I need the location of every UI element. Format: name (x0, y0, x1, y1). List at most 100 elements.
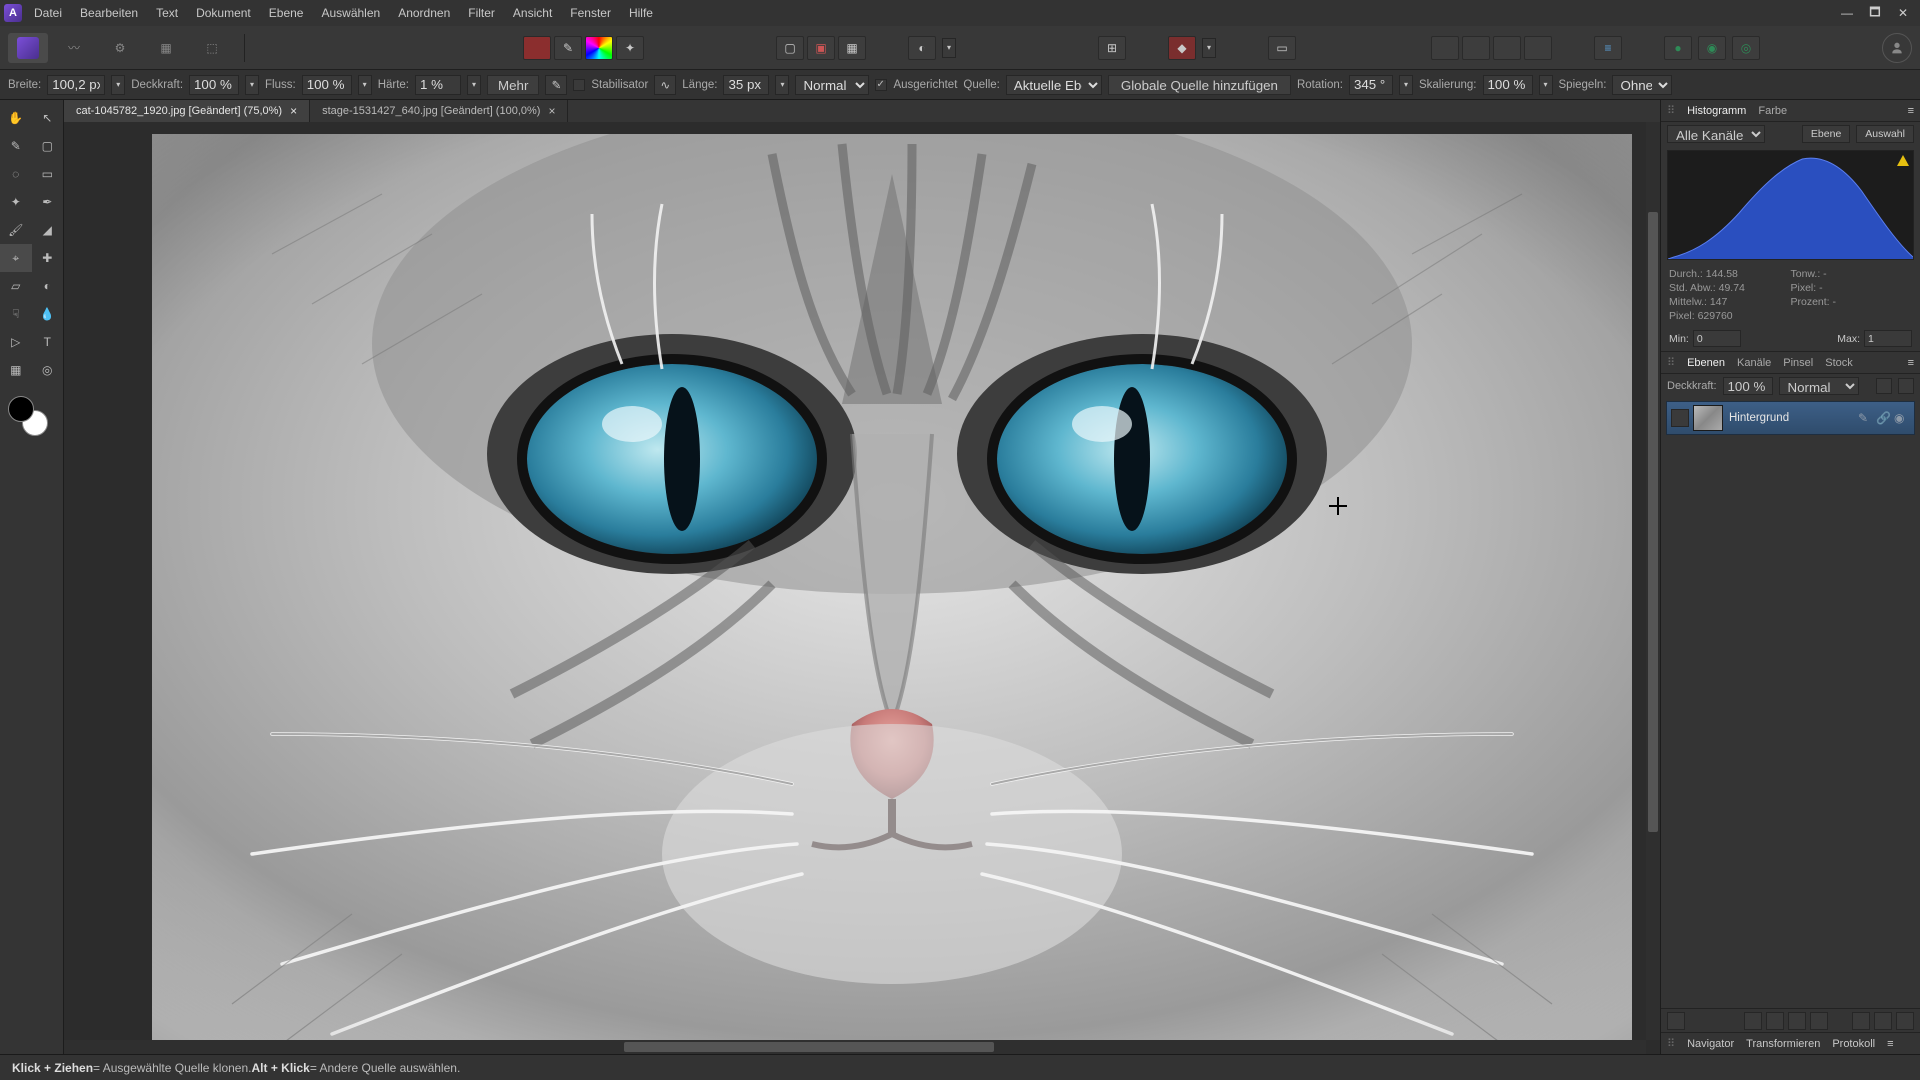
ebene-button[interactable]: Ebene (1802, 125, 1850, 143)
layer-visibility-checkbox[interactable] (1671, 409, 1689, 427)
develop-persona-button[interactable]: ⚙ (100, 33, 140, 63)
haerte-dropdown[interactable]: ▾ (467, 75, 481, 95)
breite-input[interactable] (47, 75, 105, 95)
layer-edit-icon[interactable]: ✎ (1858, 411, 1872, 425)
maximize-button[interactable]: 🗖 (1862, 4, 1888, 22)
layer-fx2-button[interactable] (1766, 1012, 1784, 1030)
zoom-tool[interactable]: ◎ (32, 356, 64, 384)
layer-adjustment-button[interactable] (1744, 1012, 1762, 1030)
layer-blend-select[interactable]: Normal (1779, 377, 1859, 395)
selection-brush-tool[interactable]: ◌ (0, 160, 32, 188)
menu-datei[interactable]: Datei (32, 3, 64, 23)
move-tool[interactable]: ↖ (32, 104, 64, 132)
skalierung-input[interactable] (1483, 75, 1533, 95)
stock-button-2[interactable]: ◉ (1698, 36, 1726, 60)
swatch-red-button[interactable] (523, 36, 551, 60)
select-new-button[interactable]: ▢ (776, 36, 804, 60)
channels-select[interactable]: Alle Kanäle (1667, 125, 1765, 143)
tab-pinsel[interactable]: Pinsel (1783, 357, 1813, 369)
vertical-scrollbar[interactable] (1646, 122, 1660, 1040)
tab-kanaele[interactable]: Kanäle (1737, 357, 1771, 369)
menu-filter[interactable]: Filter (466, 3, 497, 23)
assistant-button[interactable]: ◆ (1168, 36, 1196, 60)
panel-menu-icon[interactable]: ≡ (1908, 357, 1914, 369)
crop-tool[interactable]: ▢ (32, 132, 64, 160)
menu-anordnen[interactable]: Anordnen (396, 3, 452, 23)
pen-tool[interactable]: ✒ (32, 188, 64, 216)
tonemap-persona-button[interactable]: ▦ (146, 33, 186, 63)
layer-delete-button[interactable] (1896, 1012, 1914, 1030)
stock-button-3[interactable]: ◎ (1732, 36, 1760, 60)
globale-quelle-button[interactable]: Globale Quelle hinzufügen (1108, 75, 1291, 95)
quickmask-button[interactable]: ◐ (908, 36, 936, 60)
smudge-tool[interactable]: ☟ (0, 300, 32, 328)
preview-button[interactable]: ▭ (1268, 36, 1296, 60)
max-input[interactable] (1864, 330, 1912, 347)
layer-add-pixel-button[interactable] (1852, 1012, 1870, 1030)
account-button[interactable] (1882, 33, 1912, 63)
layer-opacity-input[interactable] (1723, 377, 1773, 395)
stock-button[interactable]: ● (1664, 36, 1692, 60)
stabilisator-checkbox[interactable] (573, 79, 585, 91)
menu-fenster[interactable]: Fenster (568, 3, 613, 23)
fill-tool[interactable]: ◢ (32, 216, 64, 244)
arrange-3[interactable] (1493, 36, 1521, 60)
select-add-button[interactable]: ▣ (807, 36, 835, 60)
eraser-tool[interactable]: ▱ (0, 272, 32, 300)
close-button[interactable]: ✕ (1890, 4, 1916, 22)
photo-persona-button[interactable] (8, 33, 48, 63)
fluss-input[interactable] (302, 75, 352, 95)
flood-select-tool[interactable]: ✦ (0, 188, 32, 216)
arrange-1[interactable] (1431, 36, 1459, 60)
ausgerichtet-checkbox[interactable] (875, 79, 887, 91)
layer-group-button[interactable] (1810, 1012, 1828, 1030)
panel-menu-icon[interactable]: ≡ (1887, 1038, 1893, 1050)
panel-menu-icon[interactable]: ≡ (1908, 105, 1914, 117)
node-tool[interactable]: ▷ (0, 328, 32, 356)
color-picker-tool[interactable]: ✎ (0, 132, 32, 160)
hand-tool[interactable]: ✋ (0, 104, 32, 132)
deckkraft-input[interactable] (189, 75, 239, 95)
close-tab-icon[interactable]: × (548, 104, 555, 118)
rope-icon[interactable]: ∿ (654, 75, 676, 95)
spiegeln-select[interactable]: Ohne (1612, 75, 1672, 95)
menu-ansicht[interactable]: Ansicht (511, 3, 554, 23)
assistant-dropdown[interactable]: ▾ (1202, 38, 1216, 58)
pressure-icon[interactable]: ✎ (545, 75, 567, 95)
layer-mask-button[interactable] (1667, 1012, 1685, 1030)
tab-protokoll[interactable]: Protokoll (1832, 1038, 1875, 1050)
align-left-button[interactable]: ≡ (1594, 36, 1622, 60)
layer-add-mask-button[interactable] (1874, 1012, 1892, 1030)
blur-tool[interactable]: 💧 (32, 300, 64, 328)
tab-ebenen[interactable]: Ebenen (1687, 357, 1725, 369)
layer-fx-button[interactable] (1876, 378, 1892, 394)
document-canvas[interactable] (152, 134, 1632, 1054)
dodge-tool[interactable]: ◐ (32, 272, 64, 300)
canvas-viewport[interactable] (64, 122, 1660, 1054)
text-tool[interactable]: T (32, 328, 64, 356)
layer-lock-button[interactable] (1898, 378, 1914, 394)
tab-stock[interactable]: Stock (1825, 357, 1853, 369)
tab-transformieren[interactable]: Transformieren (1746, 1038, 1820, 1050)
menu-ebene[interactable]: Ebene (267, 3, 306, 23)
export-persona-button[interactable]: ⬚ (192, 33, 232, 63)
document-tab-1[interactable]: cat-1045782_1920.jpg [Geändert] (75,0%) … (64, 100, 310, 122)
liquify-persona-button[interactable]: 〰 (54, 33, 94, 63)
menu-dokument[interactable]: Dokument (194, 3, 253, 23)
fluss-dropdown[interactable]: ▾ (358, 75, 372, 95)
quelle-select[interactable]: Aktuelle Ebene (1006, 75, 1102, 95)
menu-text[interactable]: Text (154, 3, 180, 23)
tab-histogramm[interactable]: Histogramm (1687, 105, 1746, 117)
close-tab-icon[interactable]: × (290, 104, 297, 118)
arrange-2[interactable] (1462, 36, 1490, 60)
skalierung-dropdown[interactable]: ▾ (1539, 75, 1553, 95)
select-intersect-button[interactable]: ▦ (838, 36, 866, 60)
deckkraft-dropdown[interactable]: ▾ (245, 75, 259, 95)
mesh-tool[interactable]: ▦ (0, 356, 32, 384)
rotation-input[interactable] (1349, 75, 1393, 95)
rotation-dropdown[interactable]: ▾ (1399, 75, 1413, 95)
layer-livefilter-button[interactable] (1788, 1012, 1806, 1030)
minimize-button[interactable]: — (1834, 4, 1860, 22)
quickmask-dropdown[interactable]: ▾ (942, 38, 956, 58)
auswahl-button[interactable]: Auswahl (1856, 125, 1914, 143)
